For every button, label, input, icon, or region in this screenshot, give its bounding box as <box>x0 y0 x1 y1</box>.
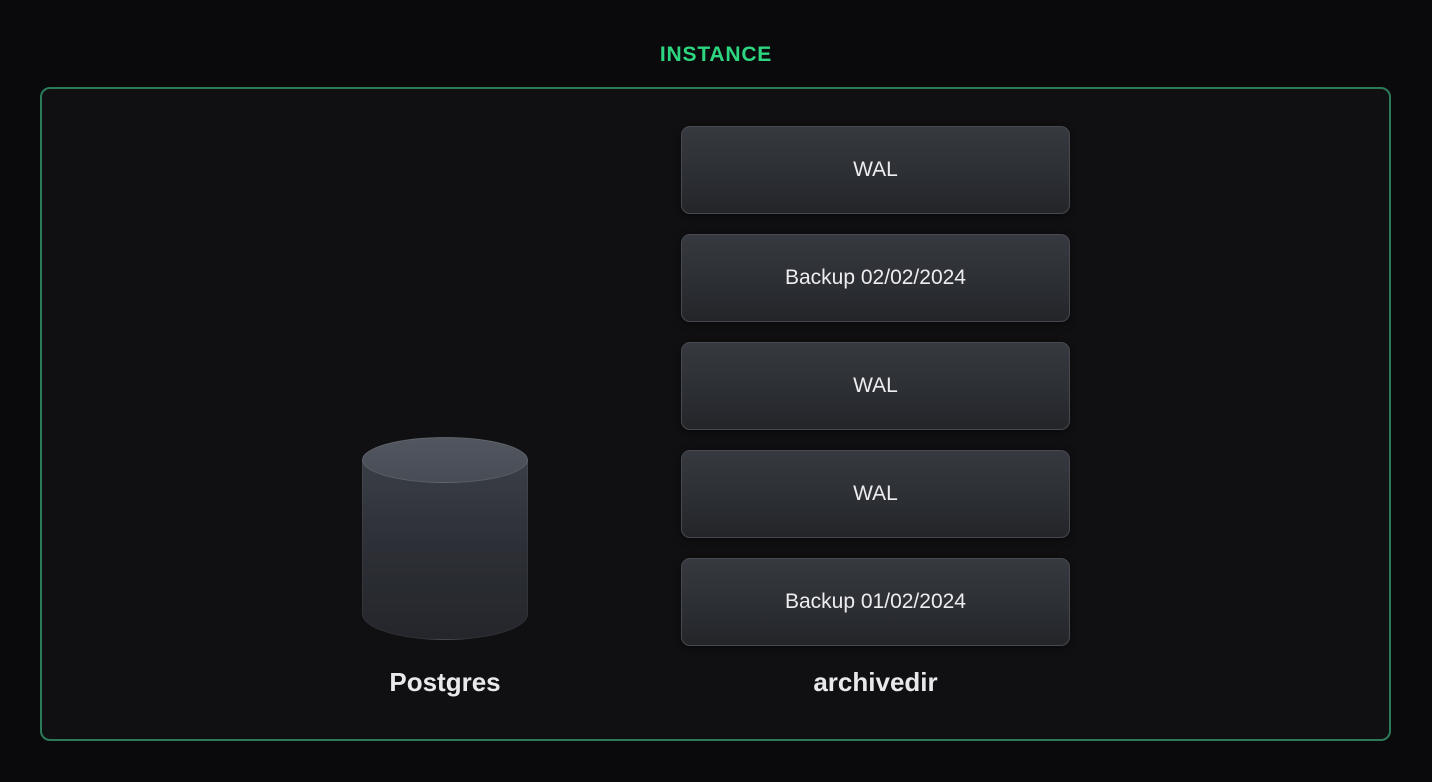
archive-column: WAL Backup 02/02/2024 WAL WAL Backup 01/… <box>681 126 1070 646</box>
database-cylinder-top <box>362 437 528 483</box>
database-cylinder-body <box>362 460 528 640</box>
database-cylinder-icon <box>362 437 528 640</box>
archive-item-backup-2: Backup 01/02/2024 <box>681 558 1070 646</box>
archivedir-label: archivedir <box>681 667 1070 698</box>
diagram-stage: INSTANCE Postgres WAL Backup 02/02/2024 … <box>0 0 1432 782</box>
instance-frame: Postgres WAL Backup 02/02/2024 WAL WAL B… <box>40 87 1391 741</box>
archive-item-wal-1: WAL <box>681 126 1070 214</box>
archive-item-backup-1: Backup 02/02/2024 <box>681 234 1070 322</box>
archive-item-wal-2: WAL <box>681 342 1070 430</box>
postgres-label: Postgres <box>362 667 528 698</box>
instance-title: INSTANCE <box>0 43 1432 67</box>
archive-item-wal-3: WAL <box>681 450 1070 538</box>
